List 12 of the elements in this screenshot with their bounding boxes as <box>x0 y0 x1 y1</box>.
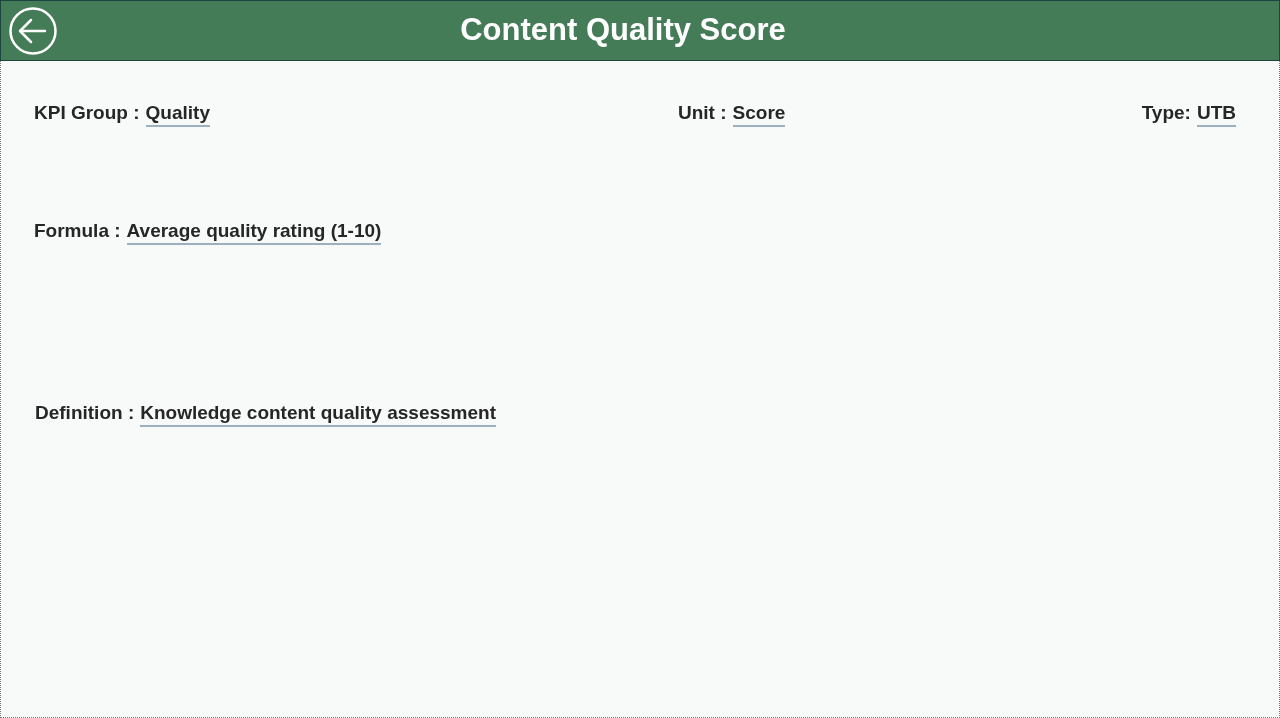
field-value: UTB <box>1196 101 1236 127</box>
page-title: Content Quality Score <box>460 11 786 50</box>
field-label: Formula : <box>34 218 121 243</box>
back-button[interactable] <box>8 6 57 55</box>
field-value: Quality <box>145 101 210 127</box>
field-value: Knowledge content quality assessment <box>140 401 496 427</box>
field-label: Unit : <box>678 101 727 125</box>
field-label: Definition : <box>35 401 135 425</box>
field-value: Average quality rating (1-10) <box>126 218 382 245</box>
field-label: Type: <box>1141 101 1191 125</box>
field-label: KPI Group : <box>34 101 140 125</box>
field-value: Score <box>732 101 786 127</box>
